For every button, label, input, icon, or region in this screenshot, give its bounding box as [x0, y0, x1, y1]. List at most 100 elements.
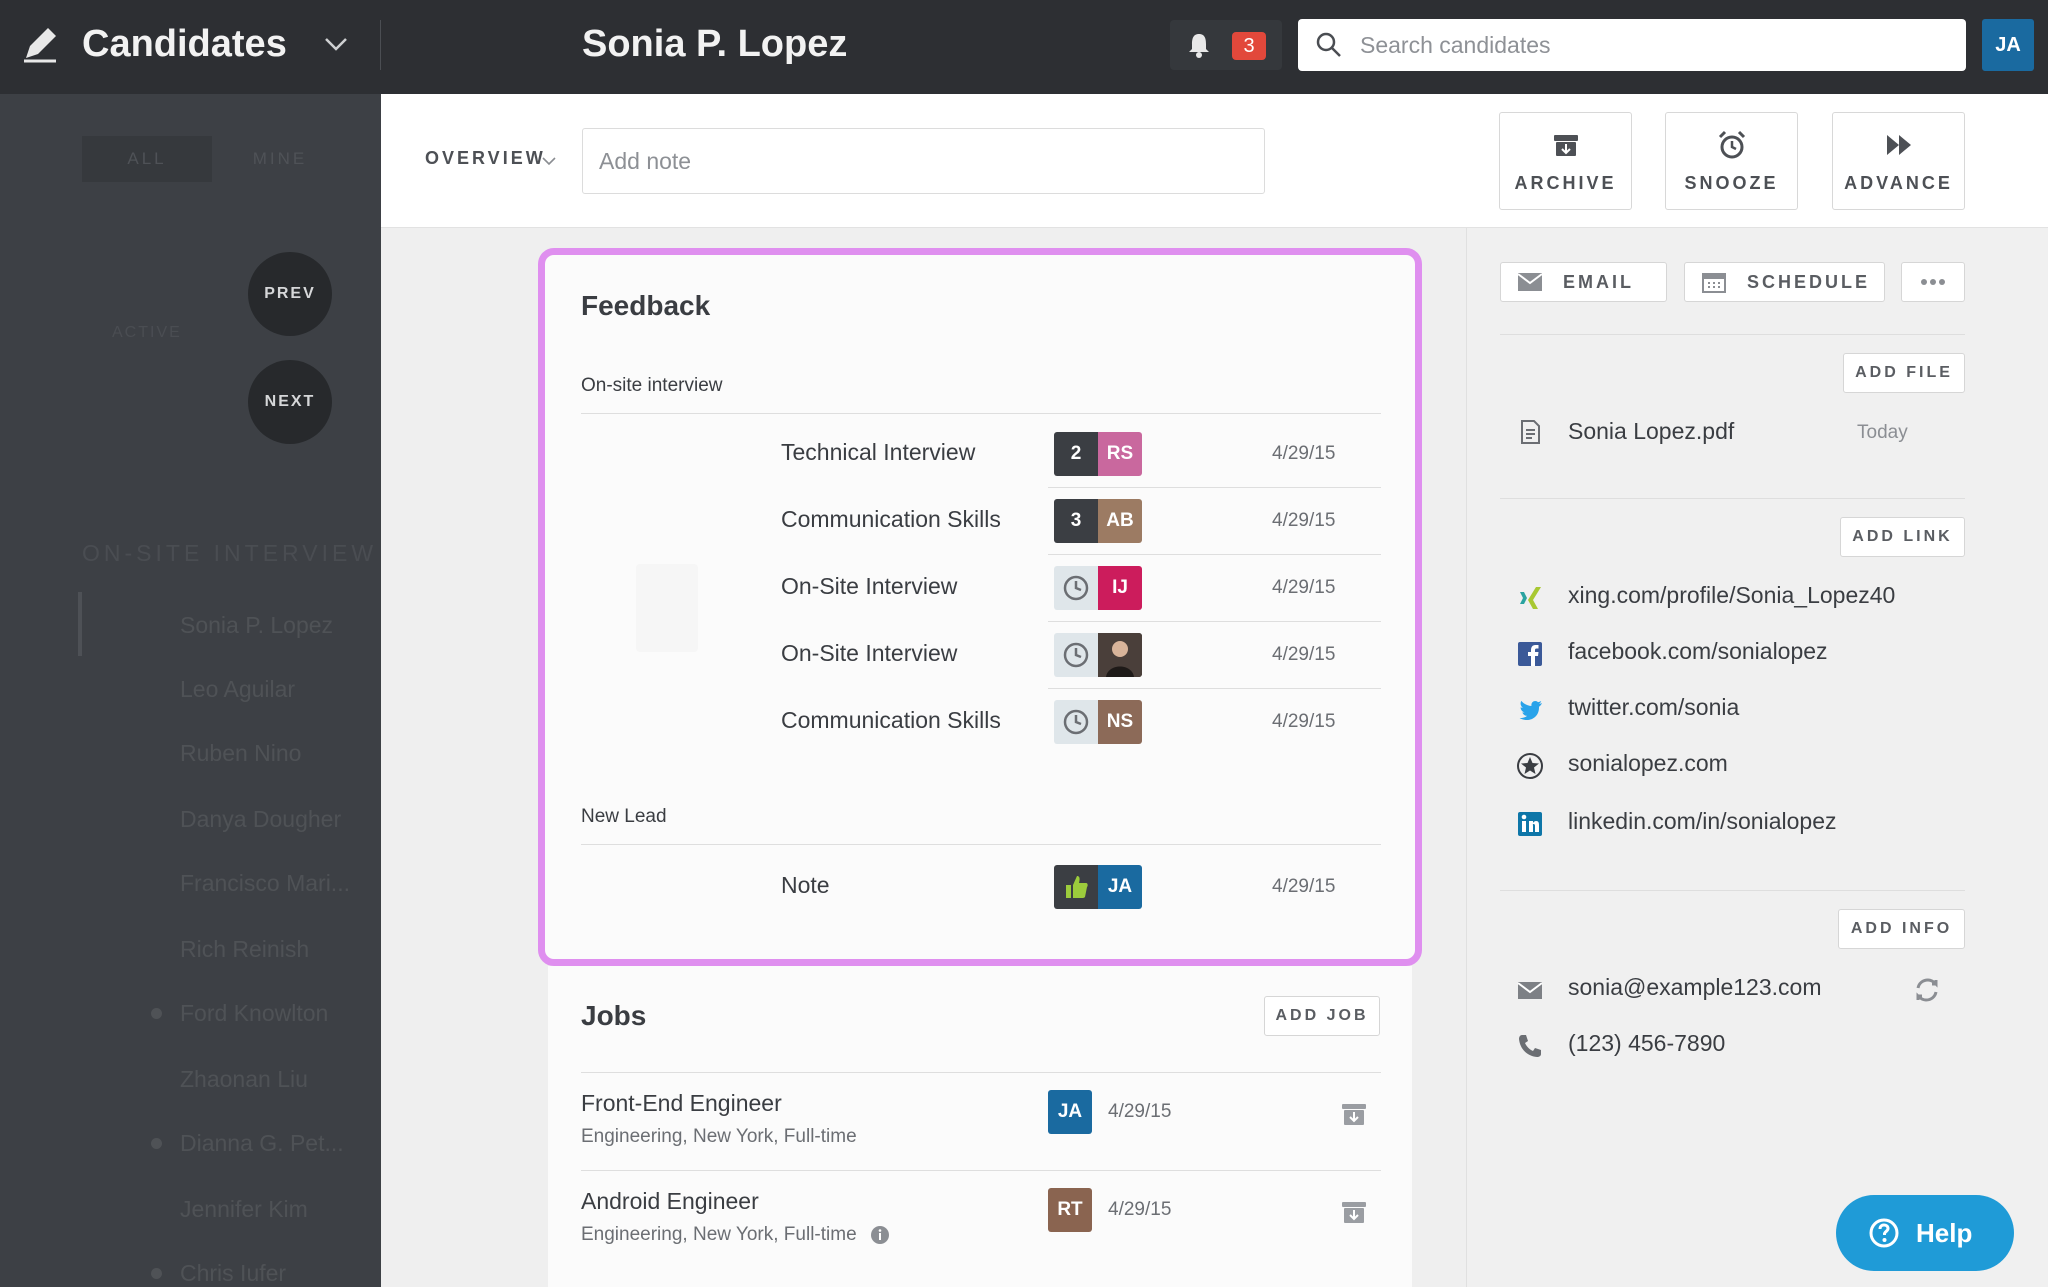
- file-link[interactable]: Sonia Lopez.pdf: [1568, 418, 1734, 445]
- job-title[interactable]: Android Engineer: [581, 1188, 759, 1215]
- profile-link[interactable]: sonialopez.com: [1568, 750, 1728, 777]
- feedback-item-label[interactable]: On-Site Interview: [781, 573, 957, 600]
- notifications-button[interactable]: 3: [1170, 20, 1282, 70]
- sidebar-candidate[interactable]: Francisco Mari...: [180, 870, 350, 897]
- pencil-icon[interactable]: [20, 24, 60, 64]
- advance-button[interactable]: ADVANCE: [1832, 112, 1965, 210]
- score-badge[interactable]: 3 AB: [1054, 499, 1142, 543]
- question-circle-icon: [1869, 1218, 1899, 1248]
- profile-link[interactable]: twitter.com/sonia: [1568, 694, 1739, 721]
- chevron-down-icon[interactable]: [540, 152, 558, 170]
- add-link-button[interactable]: ADD LINK: [1840, 517, 1965, 557]
- profile-link[interactable]: xing.com/profile/Sonia_Lopez40: [1568, 582, 1895, 609]
- sidebar-candidate[interactable]: Dianna G. Pet...: [180, 1130, 344, 1157]
- feedback-item-label[interactable]: Communication Skills: [781, 506, 1001, 533]
- sidebar-candidate[interactable]: Chris Iufer: [180, 1260, 286, 1287]
- candidate-name: Sonia P. Lopez: [582, 23, 848, 65]
- sidebar-section-title: ON-SITE INTERVIEW: [82, 540, 378, 566]
- sidebar-candidate[interactable]: Ruben Nino: [180, 740, 301, 767]
- job-date: 4/29/15: [1108, 1199, 1172, 1220]
- add-file-button[interactable]: ADD FILE: [1843, 353, 1965, 393]
- more-dots-icon: [1921, 279, 1945, 285]
- archive-icon[interactable]: [1340, 1198, 1368, 1226]
- score-badge[interactable]: IJ: [1054, 566, 1142, 610]
- sync-icon[interactable]: [1913, 976, 1941, 1004]
- alarm-clock-icon: [1718, 130, 1745, 159]
- feedback-item-label[interactable]: Communication Skills: [781, 707, 1001, 734]
- divider: [1500, 334, 1965, 335]
- sidebar-candidate[interactable]: Ford Knowlton: [180, 1000, 328, 1027]
- sidebar-candidate[interactable]: Zhaonan Liu: [180, 1066, 308, 1093]
- active-filter-label[interactable]: ACTIVE: [112, 324, 182, 342]
- reviewer-photo: [1098, 633, 1142, 677]
- sidebar-candidate[interactable]: Rich Reinish: [180, 936, 309, 963]
- sidebar-candidate[interactable]: Sonia P. Lopez: [180, 612, 333, 639]
- phone-value[interactable]: (123) 456-7890: [1568, 1030, 1725, 1057]
- feedback-date: 4/29/15: [1272, 711, 1336, 732]
- job-subtitle: Engineering, New York, Full-time: [581, 1224, 890, 1246]
- info-icon[interactable]: [870, 1225, 890, 1245]
- pending-clock: [1054, 566, 1098, 610]
- next-button[interactable]: NEXT: [248, 360, 332, 444]
- divider: [581, 1072, 1381, 1073]
- score-value: 2: [1054, 432, 1098, 476]
- overview-dropdown[interactable]: OVERVIEW: [425, 148, 546, 169]
- search-box[interactable]: [1298, 19, 1966, 71]
- more-button[interactable]: [1901, 262, 1965, 302]
- divider: [1048, 621, 1381, 622]
- reviewer-initials: RS: [1098, 432, 1142, 476]
- job-title[interactable]: Front-End Engineer: [581, 1090, 782, 1117]
- user-avatar[interactable]: JA: [1982, 19, 2034, 71]
- score-badge[interactable]: [1054, 633, 1142, 677]
- bell-icon: [1189, 34, 1209, 58]
- notification-count-badge: 3: [1232, 32, 1266, 60]
- score-badge[interactable]: JA: [1054, 865, 1142, 909]
- website-star-icon: [1517, 753, 1543, 779]
- archive-icon[interactable]: [1340, 1100, 1368, 1128]
- sidebar-candidate[interactable]: Leo Aguilar: [180, 676, 295, 703]
- thumbs-up: [1054, 865, 1098, 909]
- add-note-input[interactable]: [582, 128, 1265, 194]
- schedule-button-label: SCHEDULE: [1747, 272, 1871, 292]
- score-badge[interactable]: NS: [1054, 700, 1142, 744]
- job-subtitle-text: Engineering, New York, Full-time: [581, 1224, 857, 1245]
- profile-link[interactable]: facebook.com/sonialopez: [1568, 638, 1828, 665]
- score-badge[interactable]: 2 RS: [1054, 432, 1142, 476]
- prev-button[interactable]: PREV: [248, 252, 332, 336]
- status-dot: [151, 1008, 162, 1019]
- feedback-item-label[interactable]: Technical Interview: [781, 439, 975, 466]
- divider: [1048, 554, 1381, 555]
- help-button[interactable]: Help: [1836, 1195, 2014, 1271]
- job-date: 4/29/15: [1108, 1101, 1172, 1122]
- chevron-down-icon[interactable]: [322, 30, 350, 58]
- feedback-group-title: New Lead: [581, 806, 667, 827]
- feedback-date: 4/29/15: [1272, 443, 1336, 464]
- tab-all[interactable]: ALL: [82, 136, 212, 182]
- divider: [581, 844, 1381, 845]
- feedback-item-label[interactable]: On-Site Interview: [781, 640, 957, 667]
- email-value[interactable]: sonia@example123.com: [1568, 974, 1821, 1001]
- add-job-button[interactable]: ADD JOB: [1264, 996, 1380, 1036]
- feedback-date: 4/29/15: [1272, 577, 1336, 598]
- sidebar-candidate[interactable]: Jennifer Kim: [180, 1196, 308, 1223]
- job-subtitle: Engineering, New York, Full-time: [581, 1126, 857, 1147]
- feedback-date: 4/29/15: [1272, 510, 1336, 531]
- sidebar-candidate[interactable]: Danya Dougher: [180, 806, 341, 833]
- schedule-button[interactable]: SCHEDULE: [1684, 262, 1885, 302]
- status-dot: [151, 1138, 162, 1149]
- profile-link[interactable]: linkedin.com/in/sonialopez: [1568, 808, 1837, 835]
- job-owner-avatar: RT: [1048, 1188, 1092, 1232]
- add-info-button[interactable]: ADD INFO: [1838, 909, 1965, 949]
- tab-mine[interactable]: MINE: [230, 136, 330, 182]
- snooze-button[interactable]: SNOOZE: [1665, 112, 1798, 210]
- feedback-item-label[interactable]: Note: [781, 872, 830, 899]
- archive-button[interactable]: ARCHIVE: [1499, 112, 1632, 210]
- search-input[interactable]: [1360, 25, 1950, 65]
- divider: [1048, 688, 1381, 689]
- divider: [1048, 487, 1381, 488]
- app-title[interactable]: Candidates: [82, 20, 287, 68]
- snooze-label: SNOOZE: [1684, 173, 1779, 193]
- top-bar: Candidates Sonia P. Lopez 3 JA: [0, 0, 2048, 94]
- email-button[interactable]: EMAIL: [1500, 262, 1667, 302]
- reviewer-initials: AB: [1098, 499, 1142, 543]
